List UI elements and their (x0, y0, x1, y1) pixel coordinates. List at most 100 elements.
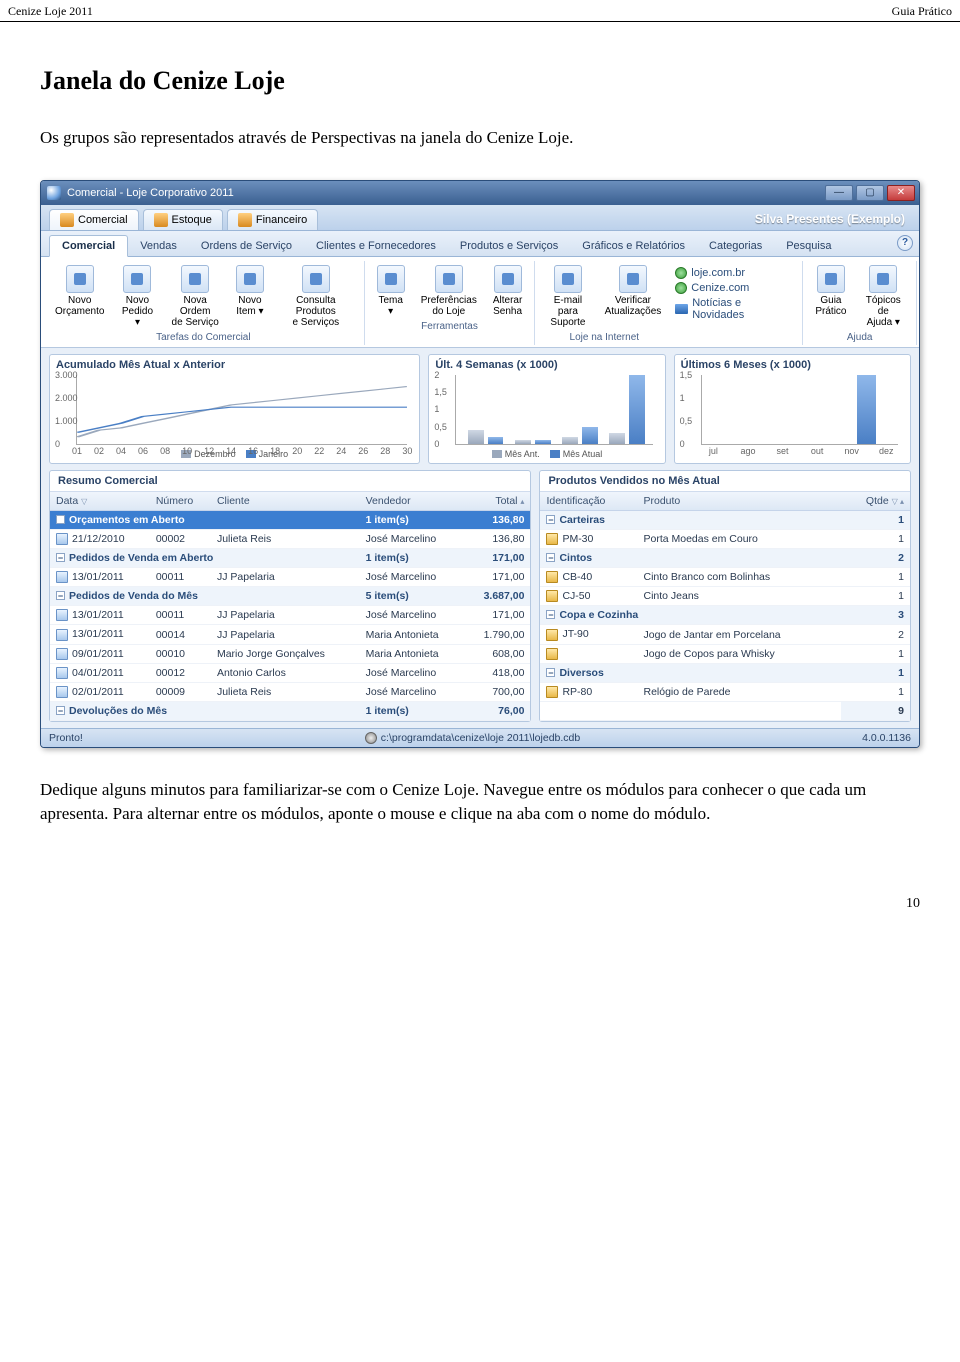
doc-icon (56, 571, 68, 583)
doc-icon (56, 686, 68, 698)
chart-4-semanas: Últ. 4 Semanas (x 1000) 21,510,50 Mês An… (428, 354, 665, 464)
panel-title: Resumo Comercial (50, 471, 530, 492)
tab-icon (154, 213, 168, 227)
table-row[interactable]: 13/01/201100014JJ PapelariaMaria Antonie… (50, 625, 530, 644)
column-header[interactable]: Vendedor (360, 492, 465, 511)
nav-tab[interactable]: Pesquisa (774, 236, 843, 256)
column-header[interactable]: Total ▴ (465, 492, 531, 511)
table-row[interactable]: 13/01/201100011JJ PapelariaJosé Marcelin… (50, 568, 530, 587)
close-button[interactable]: ✕ (887, 185, 915, 201)
column-header[interactable]: Qtde ▽ ▴ (841, 492, 910, 511)
module-tab-comercial[interactable]: Comercial (49, 209, 139, 230)
column-header[interactable]: Identificação (540, 492, 637, 511)
ribbon-button[interactable]: Preferências do Loje (415, 263, 483, 319)
nav-tab[interactable]: Categorias (697, 236, 774, 256)
statusbar: Pronto! c:\programdata\cenize\loje 2011\… (41, 728, 919, 747)
ribbon-button[interactable]: Nova Ordem de Serviço (164, 263, 225, 330)
ribbon-link[interactable]: Cenize.com (675, 282, 788, 294)
table-row[interactable]: 09/01/201100010Mario Jorge GonçalvesMari… (50, 644, 530, 663)
group-row[interactable]: −Diversos1 (540, 663, 910, 682)
globe-icon (675, 282, 687, 294)
doc-icon (56, 648, 68, 660)
group-row[interactable]: −Pedidos de Venda do Mês5 item(s)3.687,0… (50, 587, 530, 606)
table-row[interactable]: 04/01/201100012Antonio CarlosJosé Marcel… (50, 663, 530, 682)
globe-icon (675, 267, 687, 279)
group-row[interactable]: −Carteiras1 (540, 510, 910, 529)
status-version: 4.0.0.1136 (862, 732, 911, 744)
ribbon-button[interactable]: Guia Prático (809, 263, 852, 330)
nav-tab[interactable]: Clientes e Fornecedores (304, 236, 448, 256)
table-row[interactable]: RP-80Relógio de Parede1 (540, 682, 910, 701)
page-header: Cenize Loje 2011 Guia Prático (0, 0, 960, 22)
ribbon-button[interactable]: Tópicos de Ajuda ▾ (856, 263, 910, 330)
table-row[interactable]: Jogo de Copos para Whisky1 (540, 644, 910, 663)
legend-mes-ant: Mês Ant. (505, 449, 540, 459)
column-header[interactable]: Produto (637, 492, 841, 511)
legend-mes-atual: Mês Atual (563, 449, 603, 459)
status-path: c:\programdata\cenize\loje 2011\lojedb.c… (381, 732, 580, 744)
nav-tab[interactable]: Gráficos e Relatórios (570, 236, 697, 256)
brand-name: Silva Presentes (Exemplo) (755, 212, 911, 226)
tab-icon (60, 213, 74, 227)
ribbon-link[interactable]: loje.com.br (675, 267, 788, 279)
expand-icon[interactable]: − (546, 610, 555, 619)
help-icon[interactable]: ? (897, 235, 913, 251)
ribbon-button[interactable]: Consulta Produtos e Serviços (274, 263, 358, 330)
table-row[interactable]: CB-40Cinto Branco com Bolinhas1 (540, 568, 910, 587)
panel-resumo: Resumo Comercial Data ▽NúmeroClienteVend… (49, 470, 531, 723)
chart-title: Acumulado Mês Atual x Anterior (56, 359, 413, 371)
ribbon-icon (817, 265, 845, 293)
group-row[interactable]: −Copa e Cozinha3 (540, 606, 910, 625)
folder-icon (546, 571, 558, 583)
panel-produtos: Produtos Vendidos no Mês Atual Identific… (539, 470, 911, 723)
nav-tab[interactable]: Vendas (128, 236, 189, 256)
ribbon-icon (123, 265, 151, 293)
group-row[interactable]: −Pedidos de Venda em Aberto1 item(s)171,… (50, 549, 530, 568)
panel-title: Produtos Vendidos no Mês Atual (540, 471, 910, 492)
ribbon-button[interactable]: Novo Item ▾ (230, 263, 270, 330)
group-row[interactable]: −Cintos2 (540, 549, 910, 568)
status-left: Pronto! (49, 732, 83, 744)
table-row[interactable]: 02/01/201100009Julieta ReisJosé Marcelin… (50, 683, 530, 702)
expand-icon[interactable]: − (546, 553, 555, 562)
column-header[interactable]: Número (150, 492, 211, 511)
ribbon-button[interactable]: Tema ▾ (371, 263, 411, 319)
table-row[interactable]: CJ-50Cinto Jeans1 (540, 587, 910, 606)
ribbon-button[interactable]: Novo Pedido ▾ (114, 263, 160, 330)
ribbon-link[interactable]: Notícias e Novidades (675, 297, 788, 321)
ribbon-icon (66, 265, 94, 293)
expand-icon[interactable]: − (546, 515, 555, 524)
folder-icon (546, 648, 558, 660)
ribbon-group-ferramentas: Tema ▾Preferências do LojeAlterar Senha … (365, 261, 536, 345)
ribbon-icon (377, 265, 405, 293)
ribbon-button[interactable]: Verificar Atualizações (599, 263, 668, 330)
ribbon-icon (181, 265, 209, 293)
chart-acumulado: Acumulado Mês Atual x Anterior 3.0002.00… (49, 354, 420, 464)
doc-icon (56, 609, 68, 621)
chart-6-meses: Últimos 6 Meses (x 1000) 1,510,50julagos… (674, 354, 911, 464)
module-tab-financeiro[interactable]: Financeiro (227, 209, 318, 230)
expand-icon[interactable]: − (546, 668, 555, 677)
ribbon-button[interactable]: E-mail para Suporte (541, 263, 594, 330)
column-header[interactable]: Data ▽ (50, 492, 150, 511)
group-row[interactable]: −Devoluções do Mês1 item(s)76,00 (50, 702, 530, 721)
folder-icon (546, 533, 558, 545)
column-header[interactable]: Cliente (211, 492, 360, 511)
nav-tab[interactable]: Produtos e Serviços (448, 236, 570, 256)
table-row[interactable]: PM-30Porta Moedas em Couro1 (540, 529, 910, 548)
nav-tab[interactable]: Comercial (49, 235, 128, 257)
group-row[interactable]: −Orçamentos em Aberto1 item(s)136,80 (50, 510, 530, 529)
table-produtos: IdentificaçãoProdutoQtde ▽ ▴ −Carteiras1… (540, 492, 910, 721)
table-row[interactable]: JT-90Jogo de Jantar em Porcelana2 (540, 625, 910, 644)
ribbon-button[interactable]: Novo Orçamento (49, 263, 110, 330)
maximize-button[interactable]: ▢ (856, 185, 884, 201)
page-title: Janela do Cenize Loje (40, 66, 920, 96)
table-row[interactable]: 13/01/201100011JJ PapelariaJosé Marcelin… (50, 606, 530, 625)
minimize-button[interactable]: — (825, 185, 853, 201)
header-right: Guia Prático (892, 4, 952, 19)
table-row[interactable]: 21/12/201000002Julieta ReisJosé Marcelin… (50, 529, 530, 548)
module-tab-estoque[interactable]: Estoque (143, 209, 223, 230)
nav-tab[interactable]: Ordens de Serviço (189, 236, 304, 256)
tab-icon (238, 213, 252, 227)
ribbon-button[interactable]: Alterar Senha (487, 263, 528, 319)
